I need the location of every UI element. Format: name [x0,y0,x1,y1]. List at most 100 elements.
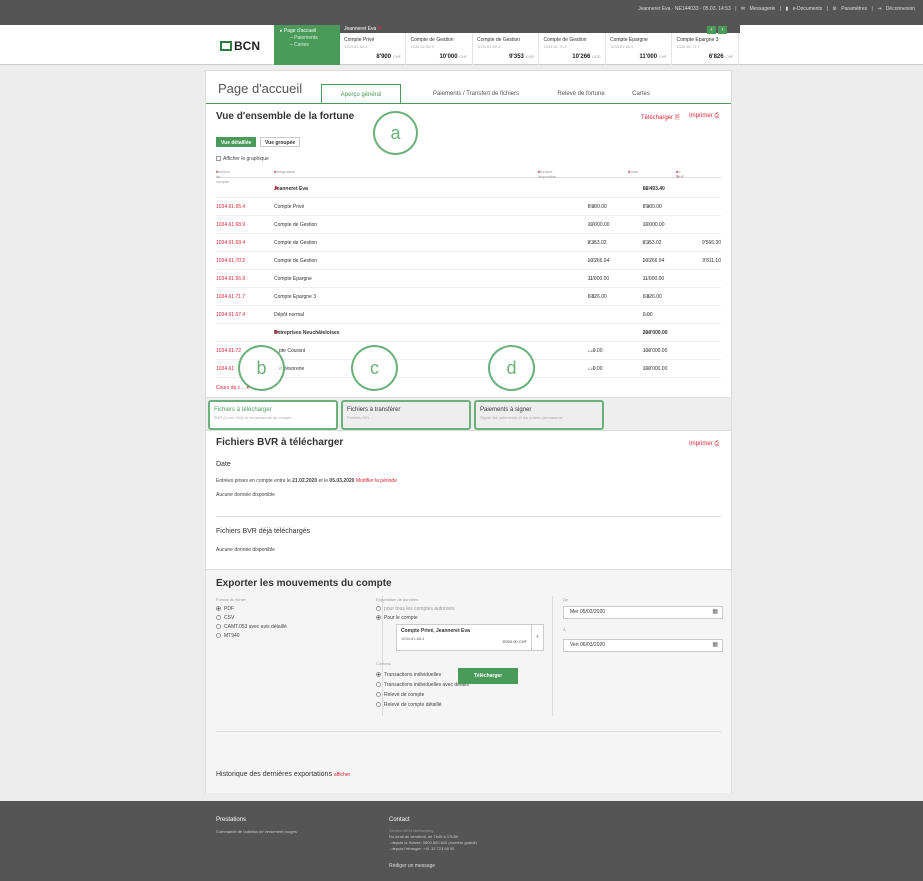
account-number[interactable]: 1034.61.69.4 [216,234,245,252]
divider [552,596,553,716]
bcn-logo-icon [220,41,232,51]
available-amount: 9'353.02 EUR [587,240,607,246]
messages-link[interactable]: ✉ Messagerie [741,6,775,12]
contact-line: Du lundi au vendredi, de 7h45 à 17h30 [389,834,458,839]
table-row[interactable]: Entreprises Neuchâteloises ⚑ 200'000.00 … [216,324,721,342]
available-amount: 10'000.00 CHF [587,222,610,228]
content-radio[interactable]: Relevé de compte détaillé [376,702,442,708]
nav-home[interactable]: ▸ Page d'accueil [280,28,334,35]
table-row[interactable]: 1034.61.72 …pte Courant …0.00 CHF 100'000.0… [216,342,721,360]
carousel-prev-button[interactable]: ‹ [707,26,716,34]
carousel-next-button[interactable]: › [718,26,727,34]
format-radio[interactable]: MT940 [216,633,240,639]
content-radio[interactable]: Transactions individuelles avec détails [376,682,469,688]
calendar-icon: ▦ [712,642,718,648]
printer-icon: ⎙ [714,441,720,447]
account-number[interactable]: 1034.61.68.9 [216,216,245,234]
bvr-print-link[interactable]: Imprimer ⎙ [689,441,719,448]
logout-link[interactable]: ⇥ Déconnexion [877,6,915,12]
footer-services-link[interactable]: Commande de bulletins de versement rouge… [216,829,297,834]
account-tile-iban: 1034.61.65.4 [344,44,368,49]
nav-payments[interactable]: – Paiements [280,35,334,42]
account-tile-amount: 10'266 USD [572,54,601,60]
radio-single-account[interactable]: Pour le compte [376,615,418,621]
export-data-label: Exportation de données [376,597,419,602]
balance: 8'900.00 CHF [642,204,662,210]
format-radio[interactable]: PDF [216,606,234,612]
table-row[interactable]: 1034.61.66.9 Compte Epargne 11'000.00 CHF 1… [216,270,721,288]
main-nav: ▸ Page d'accueil – Paiements – Cartes [274,25,340,65]
radio-all-accounts[interactable]: pour tous les comptes autorisés [376,606,455,612]
to-date-input[interactable]: Ven 06/03/2020 ▦ [563,639,723,652]
available-amount: 10'266.94 USD [587,258,610,264]
subtab-files-download[interactable]: Fichiers à télécharger BVR (Camt 054) et … [208,400,338,430]
format-radio[interactable]: CAMT.053 avec avis détaillé [216,624,287,630]
bvr-downloaded-title: Fichiers BVR déjà téléchargés [216,528,311,535]
format-radio[interactable]: CSV [216,615,234,621]
content-label: Contenu [376,661,392,666]
account-number[interactable]: 1034.61.66.9 [216,270,245,288]
edocuments-link[interactable]: ▮ e-Documents [785,6,822,12]
from-date-input[interactable]: Mer 05/02/2020 ▦ [563,606,723,619]
export-download-button[interactable]: Télécharger [458,668,518,684]
export-history-link[interactable]: afficher [334,772,350,778]
account-select[interactable]: Compte Privé, Jeanneret Eva 1034.61.65.4… [396,624,544,651]
printer-icon: ⎙ [714,113,720,119]
tab-payments[interactable]: Paiements / Transfert de fichiers [411,84,541,104]
available-amount: 8'900.00 CHF [587,204,607,210]
contact-line: - depuis l'étranger: +41 32 723 68 00 [389,846,455,851]
subtab-payments-sign[interactable]: Paiements à signer Signer les paiements e… [474,400,604,430]
to-label: À [563,627,566,632]
account-tile-iban: 1034.61.66.9 [610,44,634,49]
format-label: Format du fichier [216,597,247,602]
table-row[interactable]: 1034.61.71.7 Compte Epargne 3 6'826.00 CHF… [216,288,721,306]
write-message-button[interactable]: Rédiger un message [389,863,462,875]
view-grouped-button[interactable]: Vue groupée [260,137,301,147]
contact-line: Service BCN-Netbanking [389,828,434,833]
wealth-print-link[interactable]: Imprimer ⎙ [689,113,719,120]
account-number[interactable]: 1034.61.70.2 [216,252,245,270]
account-number[interactable]: 1034.61.65.4 [216,198,245,216]
available-amount: …0.00 CHF [587,366,603,372]
view-detailed-button[interactable]: Vue détaillée [216,137,257,147]
account-number[interactable]: 1034.61.72 [216,342,241,360]
wealth-download-link[interactable]: Télécharger 🗎 [641,113,680,123]
tab-cards[interactable]: Cartes [611,84,671,104]
account-tile-iban: 1034.61.71.7 [676,44,700,49]
account-number[interactable]: 1034.61.71.7 [216,288,245,306]
account-tile-name: Compte Privé [344,37,375,43]
table-row[interactable]: 1034.61 …e trésorerie …0.00 CHF 100'000.00 … [216,360,721,378]
table-row[interactable]: 1034.61.68.9 Compte de Gestion 10'000.00 C… [216,216,721,234]
table-row[interactable]: 1034.61.67.4 Dépôt normal 0.00 CHF [216,306,721,324]
balance: 66'493.40 CHF [642,186,665,192]
amount-chf: 9'566.30 [701,240,721,246]
callout-d: d [488,345,535,391]
table-row[interactable]: Jeanneret Eva ⚑ 66'493.40 CHF [216,180,721,198]
bvr-downloaded-no-data: Aucune donnée disponible [216,547,275,553]
account-tile-amount: 8'900 CHF [376,54,401,60]
exchange-rates-link[interactable]: Cours de c… ▾ [216,385,249,391]
show-chart-checkbox[interactable]: Afficher le graphique [216,156,269,162]
nav-cards[interactable]: – Cartes [280,42,334,49]
account-tile-name: Compte Epargne 3 [676,37,719,43]
table-row[interactable]: 1034.61.69.4 Compte de Gestion 9'353.02 EU… [216,234,721,252]
page-title: Page d'accueil [218,81,303,96]
table-row[interactable]: 1034.61.65.4 Compte Privé 8'900.00 CHF 8'90… [216,198,721,216]
content-radio[interactable]: Relevé de compte [376,692,424,698]
settings-link[interactable]: ⚙ Paramètres [832,6,867,12]
subtab-files-transfer[interactable]: Fichiers à transférer Fichiers ISO [341,400,471,430]
file-subtabs: Fichiers à télécharger BVR (Camt 054) et … [206,397,731,431]
table-row[interactable]: 1034.61.70.2 Compte de Gestion 10'266.94 U… [216,252,721,270]
bvr-date-range: Entrées prises en compte entre le 21.02.… [216,478,397,484]
account-number[interactable]: 1034.61.67.4 [216,306,245,324]
balance: 11'000.00 CHF [642,276,665,282]
available-amount: …0.00 CHF [587,348,603,354]
footer-services-title: Prestations [216,817,247,823]
bcn-logo[interactable]: BCN [220,39,260,53]
tab-overview[interactable]: Aperçu général [321,84,401,104]
footer-contact-title: Contact [389,817,410,823]
content-radio[interactable]: Transactions individuelles [376,672,441,678]
modify-period-link[interactable]: Modifier la période [356,478,397,484]
account-number[interactable]: 1034.61 [216,360,234,378]
callout-a: a [373,111,418,155]
